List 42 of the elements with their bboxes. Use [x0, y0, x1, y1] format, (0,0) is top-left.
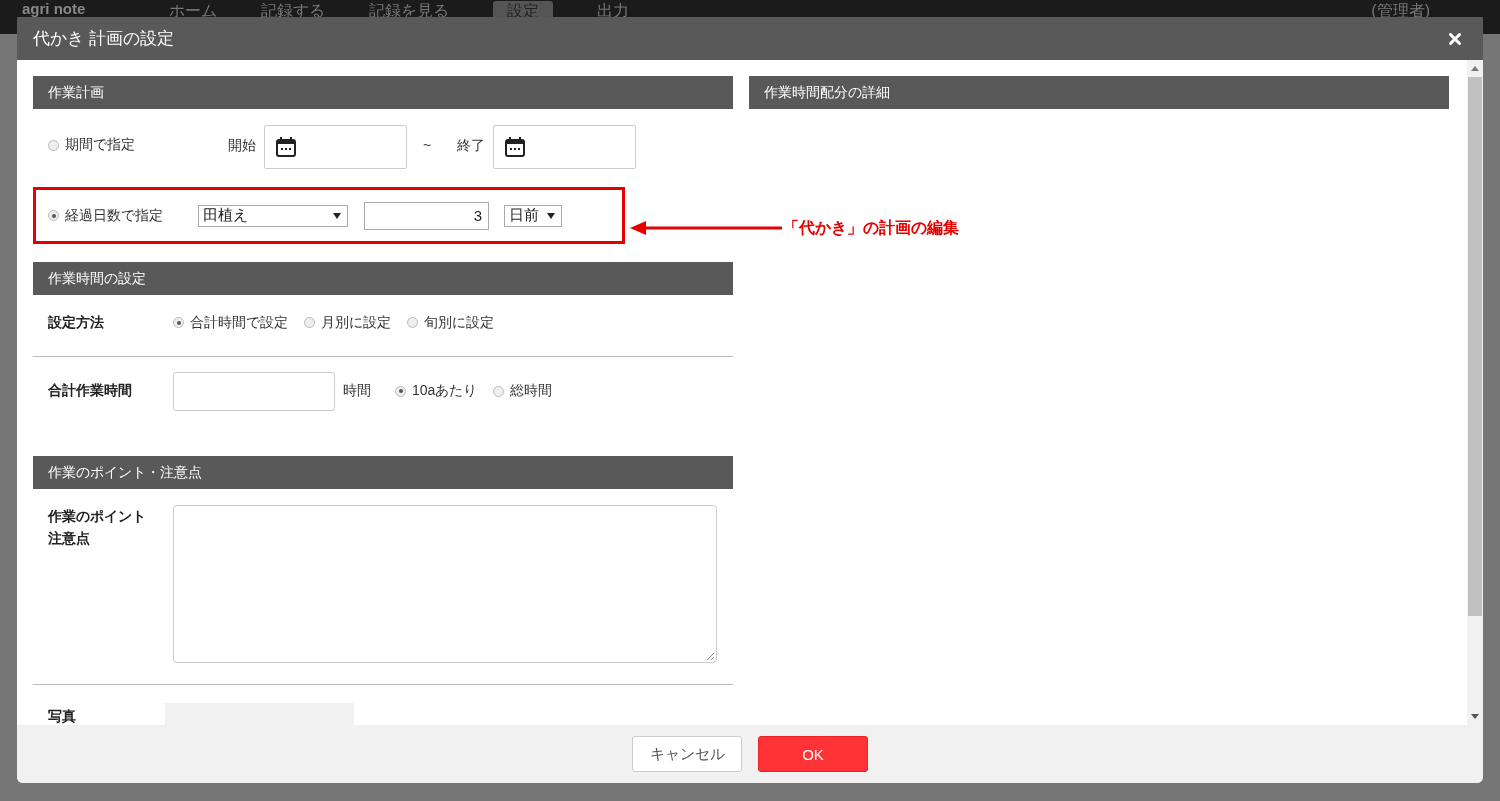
scroll-up-icon[interactable] — [1471, 66, 1479, 71]
ok-button[interactable]: OK — [758, 736, 868, 772]
radio-option[interactable]: 10aあたり — [395, 382, 478, 400]
unit-label: 時間 — [343, 382, 371, 400]
cancel-button[interactable]: キャンセル — [632, 736, 742, 772]
caret-icon — [547, 212, 555, 219]
field-label: 終了 — [457, 137, 486, 155]
number-field[interactable]: 3 — [364, 201, 489, 230]
radio-option[interactable]: 月別に設定 — [304, 313, 391, 332]
scrollbar[interactable] — [1467, 60, 1483, 725]
radio-option[interactable]: 経過日数で指定 — [48, 206, 198, 225]
dialog-title: 代かき 計画の設定 — [33, 28, 174, 50]
resize-grip-icon[interactable] — [706, 652, 714, 660]
section-title: 作業のポイント・注意点 — [48, 463, 202, 482]
section-title: 作業計画 — [48, 83, 104, 102]
annotation-text: 「代かき」の計画の編集 — [783, 218, 959, 238]
radio-option[interactable]: 期間で指定 — [48, 136, 228, 154]
scroll-down-icon[interactable] — [1471, 714, 1479, 719]
nav-tab[interactable]: 出力 — [597, 1, 630, 21]
dropdown[interactable]: 田植え — [198, 204, 348, 227]
radio-option[interactable]: 総時間 — [493, 382, 553, 400]
section-title: 作業時間配分の詳細 — [764, 83, 890, 102]
field-label: 合計作業時間 — [47, 382, 133, 400]
radio-option[interactable]: 旬別に設定 — [407, 313, 494, 332]
radio-option[interactable]: 合計時間で設定 — [173, 313, 288, 332]
field-label: 作業のポイント — [48, 507, 147, 526]
calendar-icon — [504, 136, 527, 158]
field-label: 注意点 — [48, 529, 91, 548]
date-field[interactable] — [264, 125, 407, 169]
section-title: 作業時間の設定 — [48, 269, 146, 288]
calendar-icon — [275, 136, 297, 158]
caret-icon — [333, 212, 341, 219]
close-icon[interactable] — [1449, 32, 1461, 45]
field-label: 開始 — [228, 137, 256, 155]
dropdown[interactable]: 日前 — [504, 204, 562, 227]
range-separator: ~ — [423, 137, 432, 153]
nav-tab[interactable]: ホーム — [169, 1, 218, 21]
field-label: 写真 — [47, 708, 77, 725]
app-logo[interactable]: agri note — [22, 1, 86, 16]
date-field[interactable] — [493, 125, 637, 169]
input-field[interactable] — [173, 371, 335, 411]
field-label: 設定方法 — [47, 313, 105, 332]
